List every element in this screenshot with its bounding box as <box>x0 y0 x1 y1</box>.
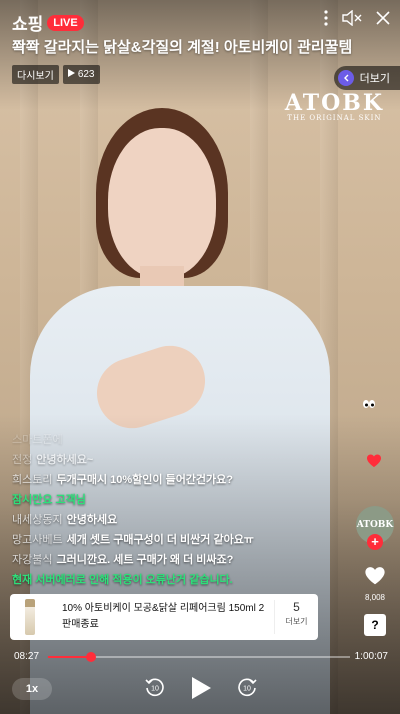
chat-list: 스마트폰에 전정 안녕하세요~ 희스토리 두개구매시 10%할인이 들어간건가요? … <box>12 430 342 590</box>
heart-icon <box>364 567 386 590</box>
chat-text: 두개구매시 10%할인이 들어간건가요? <box>56 474 234 486</box>
more-button[interactable]: 더보기 <box>333 66 400 90</box>
chat-text: 현재 서버에러로 인해 적용이 오류난거 같습니다. <box>12 574 233 586</box>
forward-10-icon: 10 <box>236 676 258 703</box>
forward-10-button[interactable]: 10 <box>236 676 258 703</box>
floating-heart-icon <box>366 454 382 473</box>
play-icon <box>190 676 212 705</box>
chat-message: 잠시만요 고객님 <box>12 490 342 510</box>
chat-text: 세개 셋트 구매구성이 더 비싼거 같아요ㅠ <box>66 534 254 546</box>
chat-message: 전정 안녕하세요~ <box>12 450 342 470</box>
product-info: 10% 아토비케이 모공&닭살 리페어크림 150ml 2 판매종료 <box>50 602 274 632</box>
chat-text: 그러니깐요. 세트 구매가 왜 더 비싸죠? <box>56 554 234 566</box>
brand-name: 쇼핑 <box>12 15 44 34</box>
chat-text: 안녕하세요 <box>66 514 118 526</box>
avatar-text: ATOBK <box>356 520 394 530</box>
live-badge: LIVE <box>47 14 84 31</box>
rewind-10-icon: 10 <box>144 676 166 703</box>
brand-logo-overlay: ATOBK THE ORIGINAL SKIN <box>285 90 384 122</box>
more-button-label: 더보기 <box>359 73 390 85</box>
play-count-icon <box>67 69 75 80</box>
mute-icon[interactable] <box>342 10 362 26</box>
like-count: 8,008 <box>364 593 386 602</box>
chat-message: 희스토리 두개구매시 10%할인이 들어간건가요? <box>12 470 342 490</box>
chat-text: 안녕하세요~ <box>36 454 94 466</box>
view-count: 623 <box>77 69 95 80</box>
chat-user: 전정 <box>12 454 33 466</box>
chat-user: 망고사베트 <box>12 534 63 546</box>
chevron-left-icon <box>337 70 354 86</box>
eyes-icon[interactable] <box>362 398 376 412</box>
product-tube-image <box>25 599 35 635</box>
host-face <box>108 128 216 278</box>
rewind-10-button[interactable]: 10 <box>144 676 166 703</box>
progress-bar[interactable] <box>48 652 350 662</box>
broadcast-meta: 다시보기 623 <box>12 65 100 84</box>
chat-message: 스마트폰에 <box>12 430 342 450</box>
chat-message: 현재 서버에러로 인해 적용이 오류난거 같습니다. <box>12 570 342 590</box>
chat-text: 잠시만요 고객님 <box>12 494 86 506</box>
product-more-label: 더보기 <box>285 617 308 626</box>
product-thumbnail <box>10 594 50 640</box>
product-more-button[interactable]: 5 더보기 <box>274 600 318 634</box>
help-button[interactable]: ? <box>364 614 386 636</box>
chat-message: 망고사베트 세개 셋트 구매구성이 더 비싼거 같아요ㅠ <box>12 530 342 550</box>
product-status: 판매종료 <box>62 619 99 630</box>
more-vertical-icon[interactable] <box>324 10 328 26</box>
replay-chip: 다시보기 <box>12 65 59 84</box>
svg-text:10: 10 <box>243 686 251 693</box>
progress-knob[interactable] <box>85 652 96 662</box>
speed-button[interactable]: 1x <box>12 678 52 700</box>
broadcast-title: 쫙쫙 갈라지는 닭살&각질의 계절! 아토비케이 관리꿀템 <box>12 39 353 56</box>
product-name: 10% 아토비케이 모공&닭살 리페어크림 150ml 2 <box>62 603 265 614</box>
play-button[interactable] <box>190 676 212 705</box>
chat-user: 희스토리 <box>12 474 53 486</box>
follow-plus-icon[interactable]: + <box>367 534 383 550</box>
product-count: 5 <box>293 600 300 614</box>
chat-message: 내세상동지 안녕하세요 <box>12 510 342 530</box>
chat-user: 스마트폰에 <box>12 434 63 446</box>
view-count-chip: 623 <box>62 65 100 84</box>
chat-message: 자강불식 그러니깐요. 세트 구매가 왜 더 비싸죠? <box>12 550 342 570</box>
brand: 쇼핑 LIVE <box>12 10 84 35</box>
logo-sub: THE ORIGINAL SKIN <box>287 114 382 122</box>
svg-text:10: 10 <box>151 686 159 693</box>
chat-user: 내세상동지 <box>12 514 63 526</box>
top-icons <box>324 10 390 26</box>
total-time: 1:00:07 <box>354 651 388 662</box>
progress-fill <box>48 656 91 658</box>
product-card[interactable]: 10% 아토비케이 모공&닭살 리페어크림 150ml 2 판매종료 5 더보기 <box>10 594 318 640</box>
close-icon[interactable] <box>376 11 390 25</box>
chat-user: 자강불식 <box>12 554 53 566</box>
current-time: 08:27 <box>14 651 40 662</box>
like-button[interactable]: 8,008 <box>360 566 390 602</box>
logo-main: ATOBK <box>284 90 384 116</box>
